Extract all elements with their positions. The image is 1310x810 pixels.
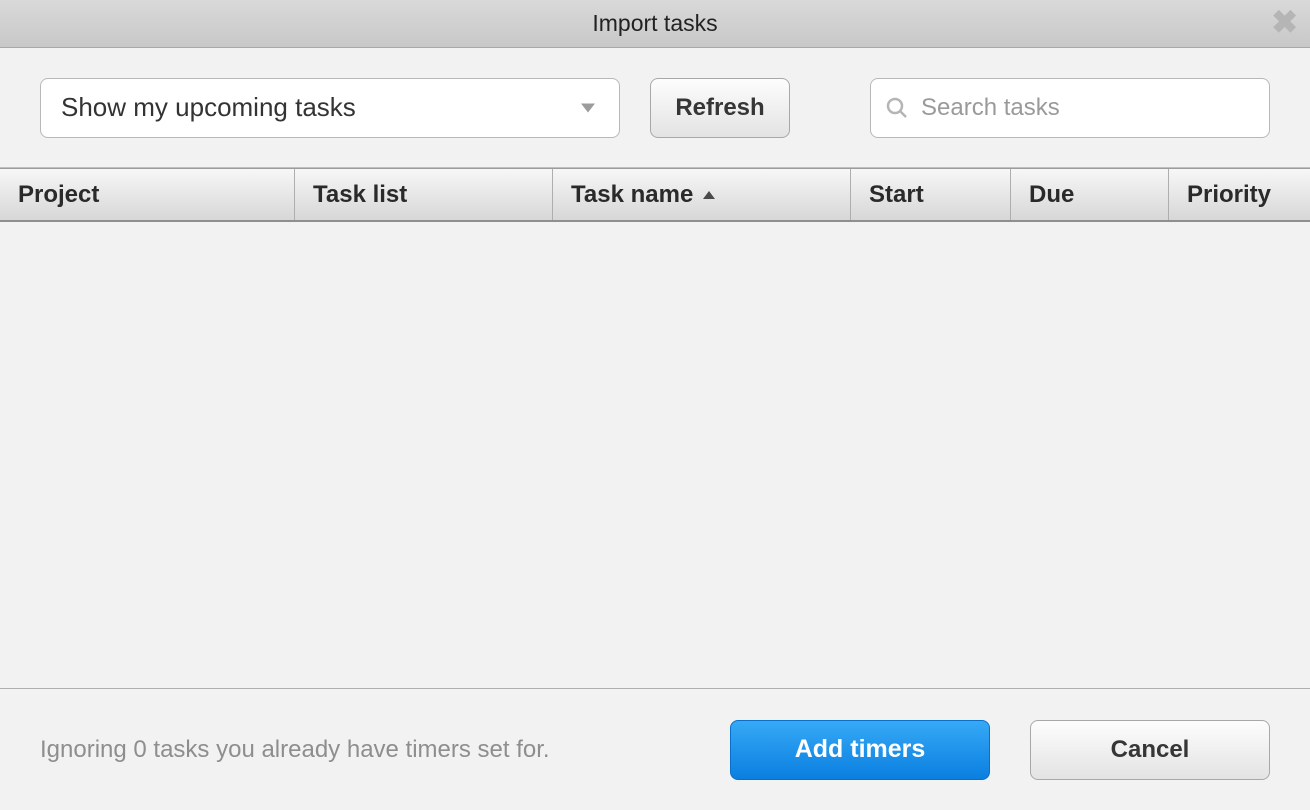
column-label: Priority — [1187, 181, 1271, 209]
column-header-tasklist[interactable]: Task list — [295, 169, 553, 220]
column-label: Project — [18, 181, 99, 209]
refresh-button[interactable]: Refresh — [650, 78, 790, 138]
search-field[interactable] — [870, 78, 1270, 138]
column-label: Task list — [313, 181, 407, 209]
titlebar: Import tasks ✖ — [0, 0, 1310, 48]
search-input[interactable] — [921, 94, 1255, 122]
cancel-button[interactable]: Cancel — [1030, 720, 1270, 780]
status-text: Ignoring 0 tasks you already have timers… — [40, 736, 550, 764]
column-header-due[interactable]: Due — [1011, 169, 1169, 220]
sort-asc-icon — [703, 191, 715, 199]
footer: Ignoring 0 tasks you already have timers… — [0, 688, 1310, 810]
column-header-taskname[interactable]: Task name — [553, 169, 851, 220]
column-label: Due — [1029, 181, 1074, 209]
add-timers-button[interactable]: Add timers — [730, 720, 990, 780]
column-header-project[interactable]: Project — [0, 169, 295, 220]
table-body — [0, 222, 1310, 688]
chevron-down-icon — [581, 103, 595, 112]
filter-select-value: Show my upcoming tasks — [61, 92, 356, 123]
column-header-priority[interactable]: Priority — [1169, 169, 1310, 220]
column-label: Start — [869, 181, 924, 209]
close-icon[interactable]: ✖ — [1271, 6, 1298, 38]
modal-title: Import tasks — [592, 10, 717, 37]
column-label: Task name — [571, 181, 693, 209]
filter-select[interactable]: Show my upcoming tasks — [40, 78, 620, 138]
column-header-start[interactable]: Start — [851, 169, 1011, 220]
import-tasks-modal: Import tasks ✖ Show my upcoming tasks Re… — [0, 0, 1310, 810]
toolbar: Show my upcoming tasks Refresh — [0, 48, 1310, 168]
search-icon — [885, 96, 909, 120]
column-headers: Project Task list Task name Start Due Pr… — [0, 168, 1310, 222]
